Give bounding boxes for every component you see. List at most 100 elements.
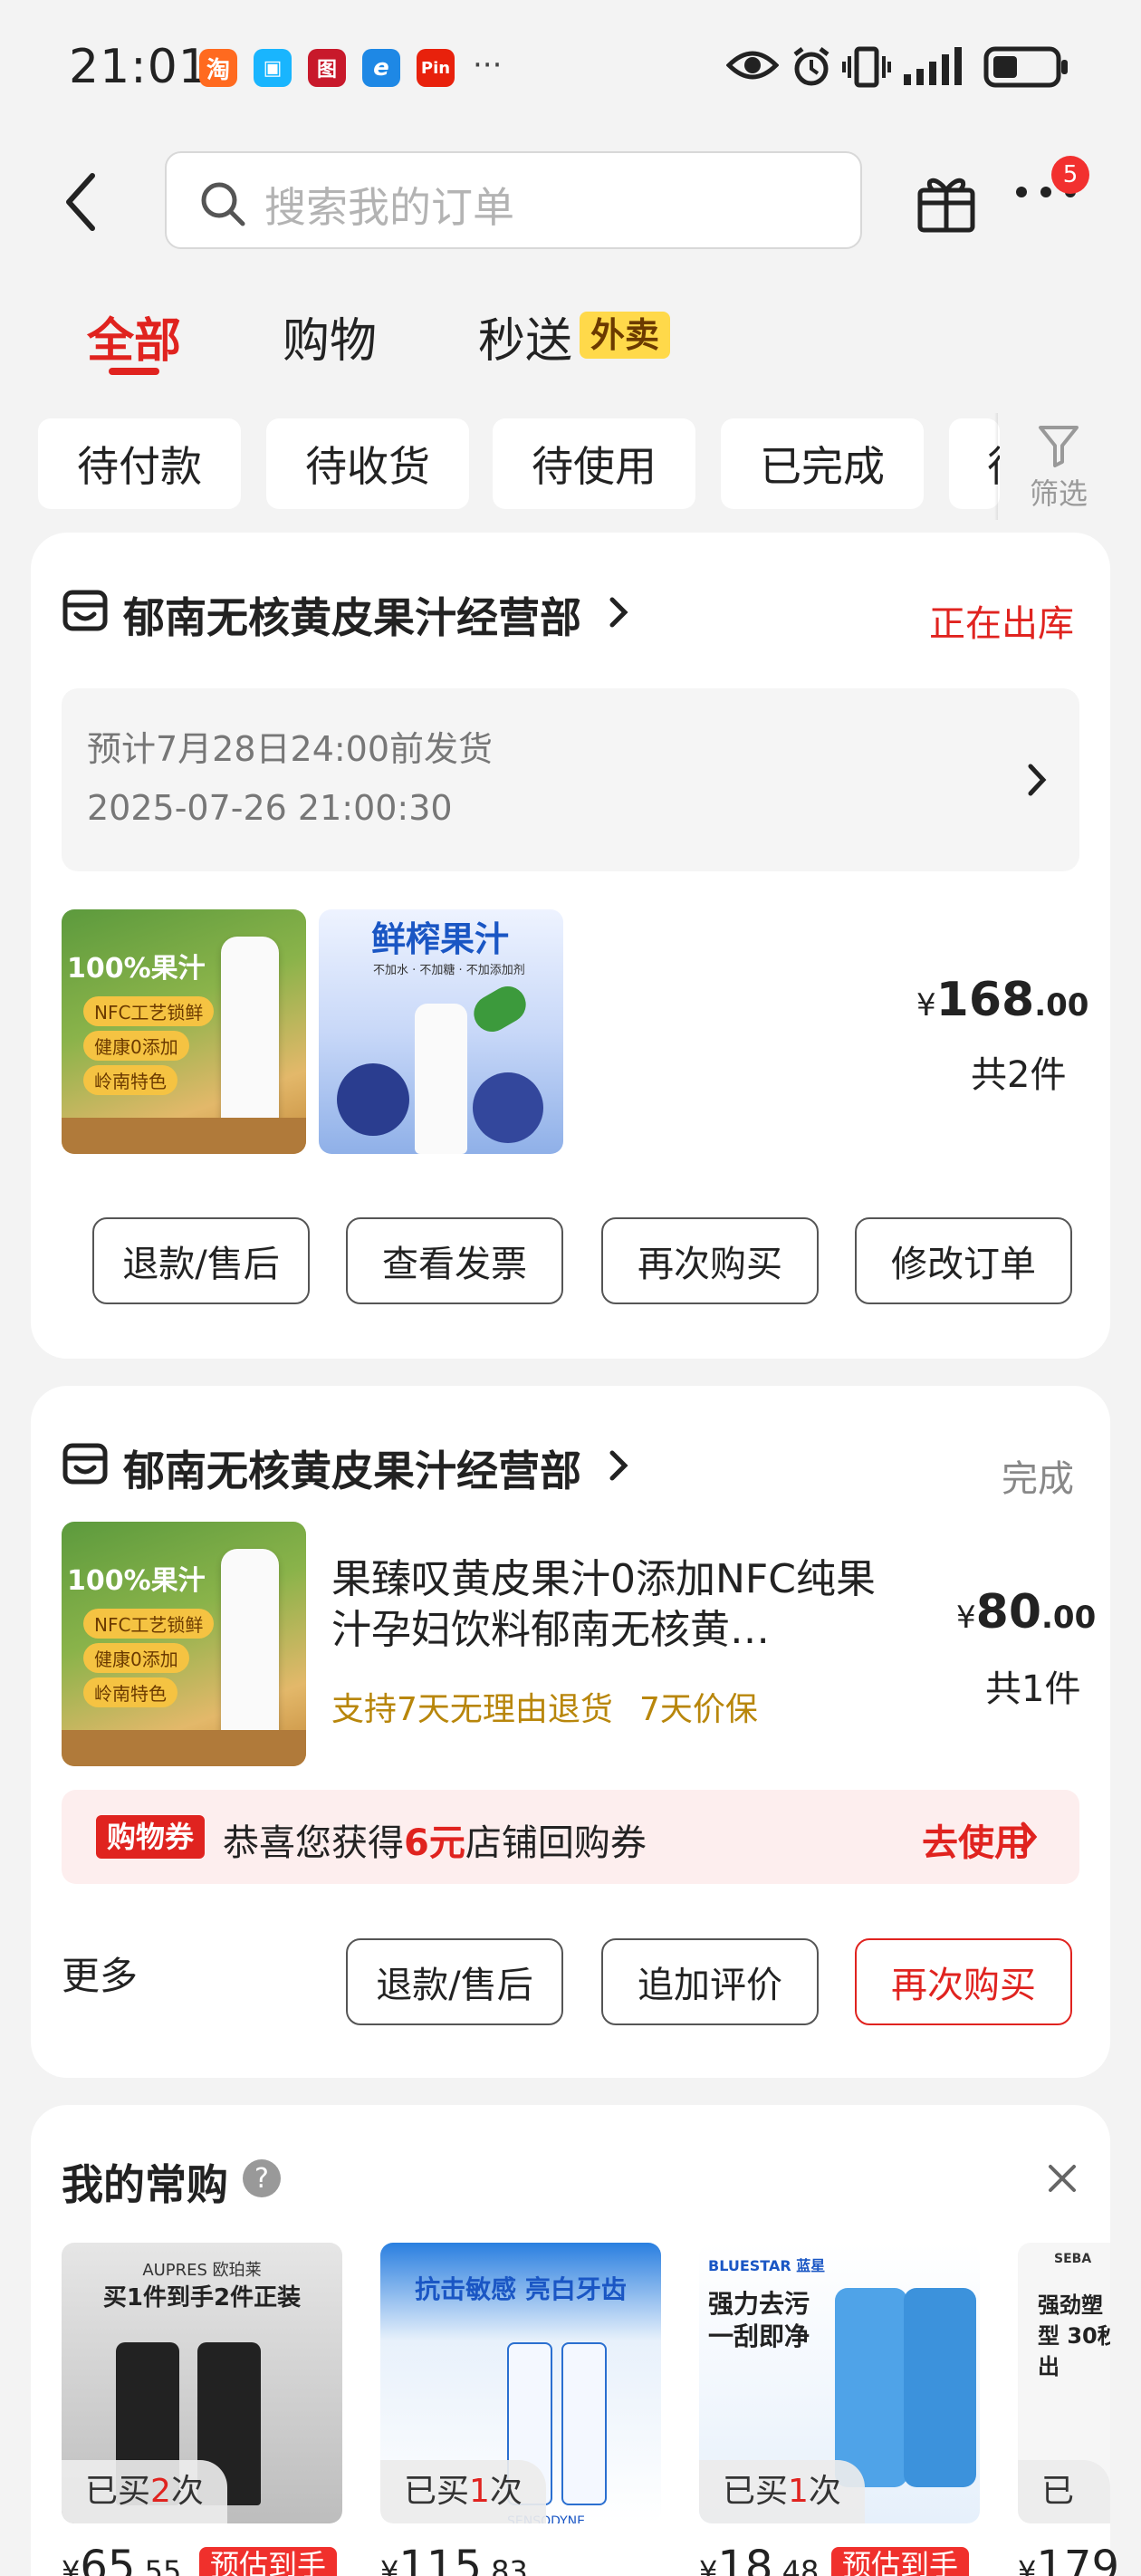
product-image[interactable]: 鲜榨果汁 不加水 · 不加糖 · 不加添加剂 (319, 909, 563, 1154)
chip-pending-use[interactable]: 待使用 (493, 418, 695, 509)
product-image-tag: 健康0添加 (83, 1031, 189, 1061)
item-brand: AUPRES 欧珀莱 (142, 2261, 262, 2280)
price-integer: 80 (975, 1585, 1042, 1639)
pinduoduo-app-icon: Pin (417, 49, 455, 87)
item-price: ¥65.55 (62, 2542, 181, 2576)
product-image-tag: NFC工艺锁鲜 (83, 1609, 215, 1639)
chip-pending-receipt[interactable]: 待收货 (266, 418, 469, 509)
estimated-price-tag: 预估到手 (831, 2547, 970, 2576)
chip-pending-payment[interactable]: 待付款 (38, 418, 241, 509)
signal-icon (904, 47, 962, 85)
tab-instant-delivery[interactable]: 秒送 (478, 303, 572, 370)
item-brand: SEBA (1054, 2252, 1092, 2266)
product-tube (561, 2342, 607, 2505)
order-time: 2025-07-26 21:00:30 (87, 788, 453, 828)
search-placeholder: 搜索我的订单 (264, 183, 514, 232)
chip-completed[interactable]: 已完成 (721, 418, 924, 509)
battery-icon (983, 46, 1068, 88)
product-image-headline: 100%果汁 (67, 1565, 206, 1597)
add-review-button[interactable]: 追加评价 (601, 1938, 819, 2025)
chat-app-icon: ▣ (254, 49, 292, 87)
tab-all[interactable]: 全部 (87, 303, 181, 370)
return-policy-tag: 支持7天无理由退货 (331, 1691, 613, 1728)
frequent-title: 我的常购 (62, 2160, 228, 2209)
modify-order-button[interactable]: 修改订单 (855, 1217, 1072, 1304)
filter-divider (994, 413, 998, 520)
bought-count-badge: 已买1次 (380, 2460, 546, 2523)
product-image-tag: 岭南特色 (83, 1677, 177, 1707)
juice-bottle (221, 937, 279, 1134)
status-time: 21:01 (69, 40, 209, 94)
bought-label: 已买 (404, 2473, 470, 2510)
notification-badge: 5 (1051, 156, 1089, 194)
price-decimal: .55 (135, 2554, 182, 2576)
table-surface (62, 1730, 306, 1766)
buy-again-button[interactable]: 再次购买 (855, 1938, 1072, 2025)
currency-symbol: ¥ (956, 1600, 976, 1636)
chevron-right-icon (1028, 764, 1047, 796)
currency-symbol: ¥ (916, 987, 936, 1024)
bought-count-badge: 已买1 (1018, 2460, 1110, 2523)
red-app-icon: 图 (308, 49, 346, 87)
frequent-item-image[interactable]: BLUESTAR 蓝星 强力去污 一刮即净 已买1次 (699, 2243, 980, 2523)
price-decimal: .00 (1034, 987, 1089, 1024)
juice-bottle (221, 1549, 279, 1746)
price-integer: 18 (717, 2542, 773, 2576)
product-image-headline: 鲜榨果汁 (371, 919, 510, 959)
blueberry (473, 1072, 543, 1143)
refund-aftersale-button[interactable]: 退款/售后 (92, 1217, 310, 1304)
bought-count: 2 (150, 2473, 171, 2510)
item-promo-text: 强劲塑型 30秒出 (1038, 2292, 1110, 2379)
coupon-amount: 6元 (404, 1822, 465, 1864)
coupon-banner[interactable]: 购物券 恭喜您获得6元店铺回购券 去使用 (62, 1790, 1079, 1884)
help-icon[interactable]: ? (243, 2159, 281, 2197)
close-icon[interactable] (1047, 2163, 1078, 2194)
more-notifications-icon: ··· (473, 47, 503, 83)
eye-icon (726, 51, 779, 80)
filter-button[interactable]: 筛选 (1000, 424, 1117, 514)
product-title[interactable]: 果臻叹黄皮果汁0添加NFC纯果汁孕妇饮料郁南无核黄… (331, 1554, 893, 1656)
gift-icon[interactable] (915, 168, 978, 234)
bought-label: 已买 (85, 2473, 151, 2510)
price-protect-tag: 7天价保 (639, 1691, 758, 1728)
view-invoice-button[interactable]: 查看发票 (346, 1217, 563, 1304)
bought-label: 已买 (723, 2473, 789, 2510)
frequent-item-image[interactable]: 抗击敏感 亮白牙齿 SENSODYNE 已买1次 (380, 2243, 661, 2523)
estimated-price-tag: 预估到手 (199, 2547, 338, 2576)
juice-bottle (415, 1004, 467, 1154)
item-promo-text: 强力去污 一刮即净 (708, 2289, 810, 2351)
order-price: ¥80.00 (956, 1585, 1096, 1639)
refund-aftersale-button[interactable]: 退款/售后 (346, 1938, 563, 2025)
bought-count: 1 (788, 2473, 809, 2510)
shop-name-link[interactable]: 郁南无核黄皮果汁经营部 (123, 585, 581, 645)
price-integer: 115 (398, 2542, 482, 2576)
product-image[interactable]: 100%果汁 NFC工艺锁鲜 健康0添加 岭南特色 (62, 1522, 306, 1766)
search-input[interactable]: 搜索我的订单 (165, 151, 862, 249)
filter-icon (1039, 426, 1079, 467)
more-actions-button[interactable]: 更多 (62, 1946, 138, 2001)
use-coupon-button[interactable]: 去使用 (922, 1813, 1031, 1866)
order-quantity: 共2件 (971, 1054, 1067, 1096)
bought-unit: 次 (170, 2473, 204, 2510)
frequent-item-image[interactable]: SEBA 强劲塑型 30秒出 已买1 (1018, 2243, 1110, 2523)
item-price: ¥179 (1018, 2542, 1119, 2576)
frequent-item-image[interactable]: AUPRES 欧珀莱 买1件到手2件正装 已买2次 (62, 2243, 342, 2523)
table-surface (62, 1118, 306, 1154)
chip-partial[interactable]: 待 (949, 418, 1000, 509)
coupon-text-pre: 恭喜您获得 (223, 1822, 404, 1864)
shipping-info[interactable]: 预计7月28日24:00前发货 2025-07-26 21:00:30 (62, 688, 1079, 871)
browser-app-icon: e (362, 49, 400, 87)
buy-again-button[interactable]: 再次购买 (601, 1217, 819, 1304)
shop-name-link[interactable]: 郁南无核黄皮果汁经营部 (123, 1438, 581, 1498)
taobao-app-icon: 淘 (199, 49, 237, 87)
ship-note: 预计7月28日24:00前发货 (87, 729, 494, 769)
tab-shopping[interactable]: 购物 (283, 303, 377, 370)
product-image[interactable]: 100%果汁 NFC工艺锁鲜 健康0添加 岭南特色 (62, 909, 306, 1154)
product-image-headline: 100%果汁 (67, 953, 206, 985)
order-status: 完成 (1002, 1458, 1074, 1500)
back-arrow-icon[interactable] (56, 170, 110, 234)
item-price: ¥115.83 (380, 2542, 528, 2576)
takeout-tag: 外卖 (580, 312, 671, 359)
search-icon (201, 182, 245, 226)
price-integer: 168 (935, 973, 1035, 1027)
